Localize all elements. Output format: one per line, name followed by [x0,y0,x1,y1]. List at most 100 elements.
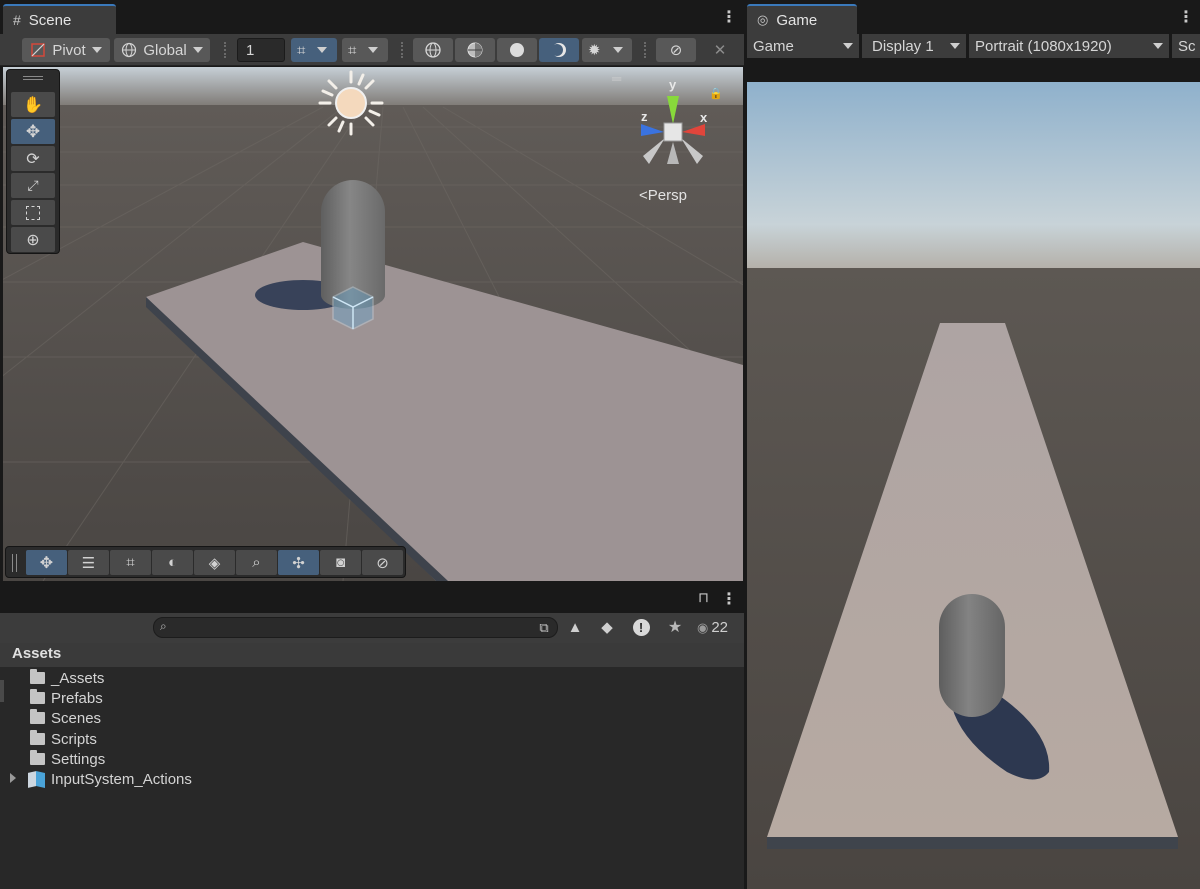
display-dropdown[interactable]: Display 1 [862,34,966,58]
tools-overlay-grip[interactable] [23,76,43,80]
rotate-tool-button[interactable]: ⟳ [11,146,55,171]
tools-overlay: ✋ ✥ ⟳ ⤢ ⊕ [6,69,60,254]
grid-snap-icon: ⌗ [297,41,306,59]
scene-more-icon[interactable]: ⋮ [721,10,737,26]
layers-overlay-button[interactable]: ◈ [194,550,235,575]
wireframe-shading-button[interactable] [413,38,453,62]
game-viewport[interactable] [747,82,1200,889]
pivot-dropdown[interactable]: Pivot [22,38,110,62]
assets-scroll-indicator[interactable] [0,680,4,702]
tool-settings-button[interactable]: ☰ [68,550,109,575]
grid-snap-caret-icon [317,47,328,53]
wireframe-sphere-icon [425,42,441,58]
grid-overlay-icon: ⌗ [126,554,135,571]
camera-gizmo-icon [332,286,374,330]
scene-toolbar: Pivot Global 1 ⌗ ⌗ ✹ ⊘ ✕ [0,34,744,66]
compass-icon: ⊘ [376,554,389,572]
game-more-icon[interactable]: ⋮ [1178,10,1194,26]
hand-tool-button[interactable]: ✋ [11,92,55,117]
folder-icon [30,750,45,765]
list-item-label: InputSystem_Actions [51,770,192,788]
scene-3d-view: ═ 🔒 [3,67,743,581]
toggle-2d-button[interactable]: ⊘ [656,38,696,62]
grid-visibility-icon: ⌗ [348,41,357,59]
star-icon: ★ [667,619,683,636]
eye-icon: ◉ [697,619,709,635]
tab-scene[interactable]: # Scene [3,4,116,34]
list-item[interactable]: _Assets [30,668,104,688]
filter-by-log-button[interactable]: ! [628,614,654,640]
unlit-button[interactable] [539,38,579,62]
resolution-dropdown[interactable]: Portrait (1080x1920) [969,34,1169,58]
camera-overlay-button[interactable]: ◙ [320,550,361,575]
scene-audio-button[interactable]: ✕ [700,38,740,62]
tab-game[interactable]: ◎ Game [747,4,857,34]
display-caret-icon [950,43,960,49]
tab-game-label: Game [776,11,818,29]
global-dropdown[interactable]: Global [114,38,210,62]
grid-snap-button[interactable]: ⌗ [291,38,337,62]
filter-by-label-button[interactable]: ◆ [594,614,620,640]
list-item[interactable]: Prefabs [30,688,103,708]
grid-size-field[interactable]: 1 [237,38,285,62]
global-caret-icon [192,47,203,53]
shaded-button[interactable] [497,38,537,62]
move-icon: ✥ [25,121,41,141]
magnifier-icon: ⌕ [252,554,261,571]
grid-overlay-button[interactable]: ⌗ [110,550,151,575]
gizmo-lock-icon[interactable]: 🔒 [709,87,723,100]
grid-visibility-button[interactable]: ⌗ [342,38,388,62]
visibility-count: 22 [711,619,729,636]
debug-draw-mode-button[interactable]: ✹ [582,38,632,62]
favorites-button[interactable]: ★ [662,614,688,640]
toolbar-grip [224,42,230,58]
project-lock-icon[interactable]: ⊓ [698,589,709,606]
move-tool-button[interactable]: ✥ [11,119,55,144]
folder-icon [30,709,45,724]
list-item[interactable]: Settings [30,749,105,769]
scale-icon: ⤢ [27,177,39,193]
persp-toggle[interactable]: <Persp [639,187,687,204]
project-header: ⊓ ⋮ [0,585,744,613]
game-view-dropdown[interactable]: Game [747,34,859,58]
hand-icon: ✋ [23,96,43,114]
save-search-button[interactable]: ⧉ [533,617,555,638]
move-overlay-button[interactable]: ✥ [26,550,67,575]
scene-tabbar: # Scene ⋮ [0,0,744,34]
debug-caret-icon [612,47,623,53]
scene-viewport[interactable]: ═ 🔒 y x z <Persp ✋ ✥ ⟳ ⤢ ⊕ ✥ ☰ ⌗ ◐ ◈ ⌕ ✣ [3,67,743,581]
filter-by-type-button[interactable]: ▲ [562,614,588,640]
move-arrows-icon: ✥ [39,554,54,572]
transform-tool-button[interactable]: ⊕ [11,227,55,252]
expand-arrow-icon[interactable] [10,773,16,783]
transform-icon: ⊕ [26,231,40,249]
gizmo-axis-y-label: y [669,77,677,92]
toolbar-grip-3 [644,42,650,58]
shaded-wireframe-button[interactable] [455,38,495,62]
grid-size-value: 1 [246,41,255,59]
shaded-wireframe-icon [467,42,483,58]
navigation-overlay-button[interactable]: ⊘ [362,550,403,575]
list-item[interactable]: Scenes [30,708,101,728]
component-tools-button[interactable]: ✣ [278,550,319,575]
scale-slider[interactable]: Sc [1172,34,1200,58]
project-search-input[interactable]: ⌕ [153,617,558,638]
search-overlay-button[interactable]: ⌕ [236,550,277,575]
list-item[interactable]: Scripts [30,729,97,749]
bottom-overlay-grip[interactable] [12,554,17,572]
game-plane-edge [767,837,1178,849]
game-tabbar: ◎ Game ⋮ [747,0,1200,34]
lighting-overlay-button[interactable]: ◐ [152,550,193,575]
component-tools-icon: ✣ [292,554,305,572]
rect-tool-button[interactable] [11,200,55,225]
gamepad-icon: ◎ [757,12,769,27]
list-item[interactable]: InputSystem_Actions [28,769,192,789]
project-more-icon[interactable]: ⋮ [721,592,737,608]
scale-tool-button[interactable]: ⤢ [11,173,55,198]
audio-off-icon: ✕ [713,42,727,59]
hidden-packages-toggle[interactable]: ◉ 22 [697,617,728,638]
half-sphere-icon: ◐ [167,554,178,571]
scene-panel: # Scene ⋮ Pivot Global 1 ⌗ ⌗ ✹ ⊘ ✕ ═ 🔒 y… [0,0,744,583]
gizmo-drag-handle[interactable]: ═ [611,71,622,86]
assets-breadcrumb[interactable]: Assets [0,643,744,667]
